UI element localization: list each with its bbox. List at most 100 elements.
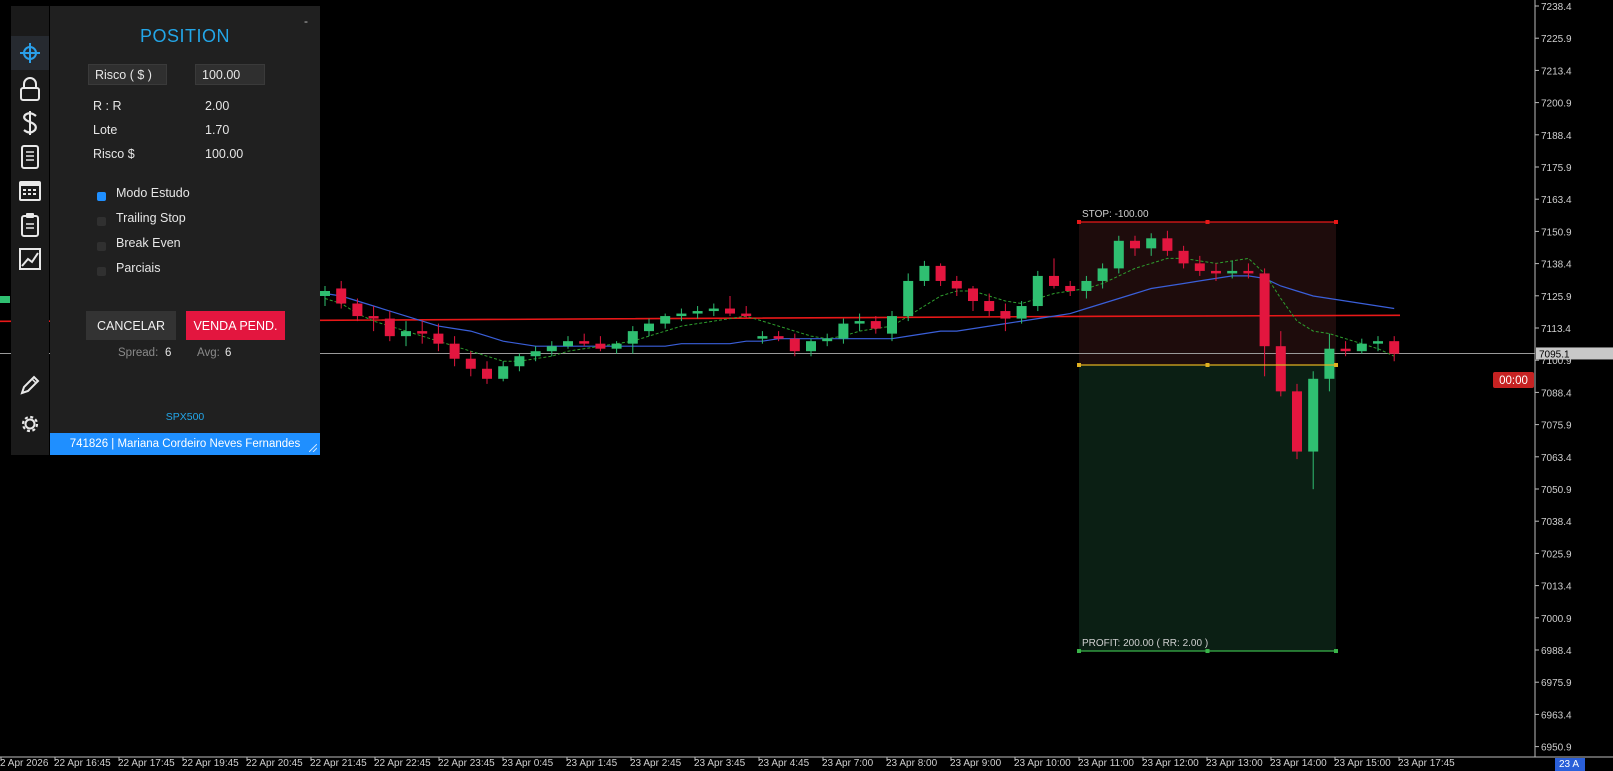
level-handle	[1077, 363, 1081, 367]
time-tick-label: 23 Apr 14:00	[1270, 758, 1327, 769]
candle	[368, 316, 379, 319]
candle	[465, 358, 476, 369]
sell-pending-button[interactable]: VENDA PEND.	[186, 311, 285, 340]
time-tick-label: 23 Apr 2:45	[630, 758, 682, 769]
candle	[433, 333, 444, 344]
risk-mode-select[interactable]: Risco ( $ )	[88, 64, 167, 85]
report-icon[interactable]	[11, 140, 49, 174]
time-tick-label: 2 Apr 2026	[0, 758, 49, 769]
candle	[1324, 348, 1335, 379]
gear-icon[interactable]	[11, 407, 49, 441]
level-handle	[1077, 219, 1081, 224]
candle	[1146, 238, 1157, 249]
price-tick-label: 7163.4	[1541, 195, 1572, 206]
candle	[595, 343, 606, 349]
spread-value: 6	[165, 347, 172, 359]
candle	[1356, 343, 1367, 352]
cancel-button[interactable]: CANCELAR	[86, 311, 176, 340]
risk-usd-value: 100.00	[205, 147, 244, 161]
candle	[530, 351, 541, 357]
candle	[1227, 270, 1238, 274]
time-tick-label: 23 Apr 0:45	[502, 758, 554, 769]
candle	[741, 313, 752, 317]
candle	[692, 311, 703, 314]
checkbox-break-even[interactable]	[97, 242, 106, 251]
position-panel: POSITION - Risco ( $ ) 100.00 R : R 2.00…	[50, 6, 320, 455]
candle	[417, 331, 428, 334]
candle	[1308, 378, 1319, 452]
candle	[935, 265, 946, 281]
candle	[1194, 263, 1205, 271]
minimize-button[interactable]: -	[304, 14, 308, 28]
candle	[563, 341, 573, 347]
checkbox-trailing-stop[interactable]	[97, 217, 106, 226]
time-tick-label: 23 Apr 11:00	[1078, 758, 1134, 769]
level-handle	[1334, 649, 1338, 654]
lock-icon[interactable]	[11, 72, 49, 106]
calendar-icon[interactable]	[11, 174, 49, 208]
time-tick-label: 22 Apr 20:45	[246, 758, 303, 769]
level-handle	[1205, 649, 1210, 654]
candle	[449, 343, 460, 359]
candle	[1049, 275, 1059, 286]
level-handle	[1077, 649, 1081, 654]
price-tick-label: 6950.9	[1541, 743, 1572, 754]
price-tick-label: 6975.9	[1541, 678, 1572, 689]
checkbox-parciais[interactable]	[97, 267, 106, 276]
avg-value: 6	[225, 347, 232, 359]
candle	[1130, 240, 1140, 249]
price-tick-label: 6988.4	[1541, 646, 1572, 657]
resize-grip-icon[interactable]	[309, 444, 317, 452]
crosshair-icon[interactable]	[11, 36, 49, 70]
risk-value-input[interactable]: 100.00	[195, 64, 265, 85]
candle	[1243, 270, 1254, 274]
candle	[773, 336, 784, 339]
price-tick-label: 7150.9	[1541, 227, 1572, 238]
price-tick-label: 7075.9	[1541, 421, 1572, 432]
time-tick-label: 22 Apr 19:45	[182, 758, 239, 769]
candle	[482, 368, 492, 379]
time-tick-label: 22 Apr 23:45	[438, 758, 495, 769]
clipboard-icon[interactable]	[11, 208, 49, 242]
candle	[0, 296, 10, 304]
price-tick-label: 6963.4	[1541, 710, 1572, 721]
candle	[627, 331, 638, 344]
price-tick-label: 7138.4	[1541, 260, 1572, 271]
price-tick-label: 7038.4	[1541, 517, 1572, 528]
chart-line-icon[interactable]	[11, 242, 49, 276]
candle	[546, 346, 557, 352]
dollar-icon[interactable]	[11, 106, 49, 140]
candle	[708, 308, 719, 312]
time-tick-label: 23 Apr 15:00	[1334, 758, 1391, 769]
time-tick-label: 23 Apr 7:00	[822, 758, 874, 769]
price-tick-label: 7088.4	[1541, 388, 1572, 399]
price-tick-label: 7013.4	[1541, 582, 1572, 593]
account-footer: 741826 | Mariana Cordeiro Neves Fernande…	[50, 433, 320, 455]
candle	[757, 336, 768, 339]
time-tick-label: 23 Apr 12:00	[1142, 758, 1199, 769]
time-tick-label: 23 Apr 13:00	[1206, 758, 1263, 769]
time-tick-label: 23 Apr 9:00	[950, 758, 1002, 769]
candle	[401, 331, 411, 337]
candle	[384, 318, 395, 337]
level-handle	[1334, 363, 1338, 367]
checkbox-label-parciais: Parciais	[116, 261, 161, 275]
current-price-tag-text: 7095.1	[1539, 349, 1570, 360]
candle	[951, 280, 962, 289]
profit-label: PROFIT: 200.00 ( RR: 2.00 )	[1082, 638, 1208, 649]
candle	[1000, 311, 1011, 319]
price-tick-label: 7000.9	[1541, 614, 1572, 625]
candle	[498, 366, 509, 379]
candle	[806, 341, 816, 352]
time-tick-label: 22 Apr 21:45	[310, 758, 367, 769]
candle	[1178, 250, 1189, 264]
candle	[1032, 275, 1043, 307]
checkbox-modo-estudo[interactable]	[97, 192, 106, 201]
time-tick-label: 22 Apr 17:45	[118, 758, 175, 769]
symbol-label: SPX500	[165, 411, 205, 423]
price-tick-label: 7200.9	[1541, 99, 1572, 110]
pencil-icon[interactable]	[11, 368, 49, 402]
candle	[854, 321, 865, 324]
candle	[838, 323, 849, 339]
candle	[1340, 348, 1351, 352]
